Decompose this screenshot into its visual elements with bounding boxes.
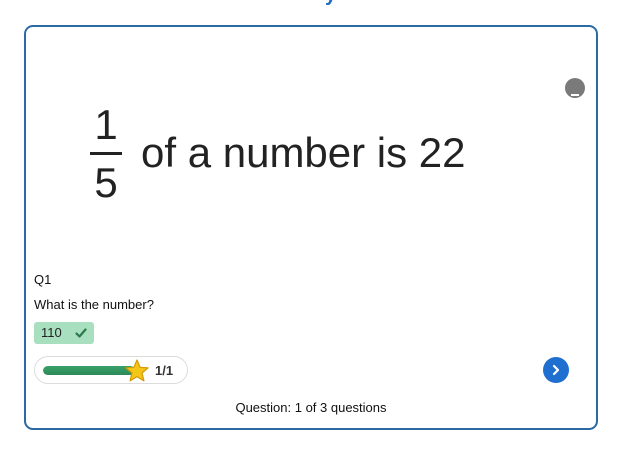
question-image: 1 5 of a number is 22 (86, 97, 506, 207)
check-icon (75, 328, 87, 338)
fraction-numerator: 1 (94, 101, 118, 148)
avatar-icon[interactable] (564, 77, 586, 99)
fraction-bar (90, 152, 122, 155)
progress-track (43, 366, 135, 375)
progress-indicator: 1/1 (34, 356, 188, 384)
fraction: 1 5 (86, 97, 126, 207)
question-expression: of a number is 22 (141, 129, 466, 176)
page-title: y (325, 0, 355, 5)
star-icon (125, 359, 149, 382)
question-prompt: What is the number? (34, 297, 154, 312)
question-card: 1 5 of a number is 22 Q1 What is the num… (24, 25, 598, 430)
answer-value: 110 (41, 325, 62, 340)
progress-label: 1/1 (155, 363, 174, 378)
next-button[interactable] (543, 357, 569, 383)
chevron-right-icon (552, 364, 560, 376)
question-number: Q1 (34, 272, 52, 287)
fraction-denominator: 5 (94, 159, 118, 206)
answer-badge: 110 (34, 322, 94, 344)
question-status: Question: 1 of 3 questions (235, 400, 387, 415)
progress-fill (43, 366, 135, 375)
